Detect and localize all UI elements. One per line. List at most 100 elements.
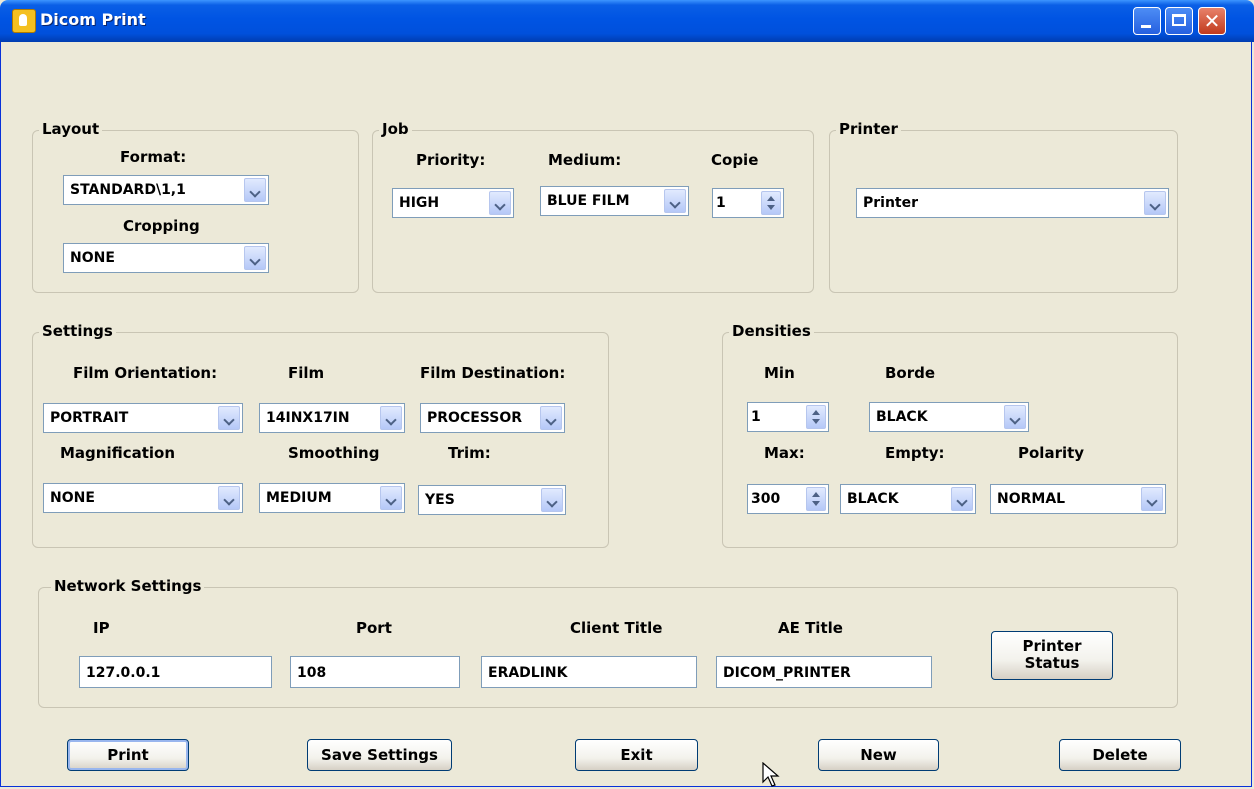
film-orientation-label: Film Orientation: xyxy=(73,364,218,382)
chevron-down-icon[interactable] xyxy=(244,246,266,270)
minimize-icon xyxy=(1141,25,1151,28)
delete-button[interactable]: Delete xyxy=(1059,739,1181,771)
spinner-arrows-icon[interactable] xyxy=(761,191,781,215)
copie-label: Copie xyxy=(711,151,759,169)
polarity-label: Polarity xyxy=(1018,444,1085,462)
new-button[interactable]: New xyxy=(818,739,939,771)
printer-legend: Printer xyxy=(836,120,901,138)
minimize-button[interactable] xyxy=(1133,7,1161,35)
print-button[interactable]: Print xyxy=(67,739,189,771)
max-value: 300 xyxy=(751,491,781,507)
app-icon xyxy=(12,9,36,33)
client-title-label: Client Title xyxy=(570,619,663,637)
cropping-label: Cropping xyxy=(123,217,200,235)
close-button[interactable]: ✕ xyxy=(1198,7,1226,35)
maximize-button[interactable] xyxy=(1165,7,1193,35)
film-orientation-value: PORTRAIT xyxy=(50,410,129,426)
mouse-cursor-icon xyxy=(762,762,780,787)
ip-field[interactable]: 127.0.0.1 xyxy=(79,656,272,688)
chevron-down-icon[interactable] xyxy=(1004,405,1026,429)
chevron-down-icon[interactable] xyxy=(380,486,402,510)
empty-select[interactable]: BLACK xyxy=(840,484,976,514)
network-settings-legend: Network Settings xyxy=(51,577,205,595)
exit-button[interactable]: Exit xyxy=(575,739,698,771)
smoothing-label: Smoothing xyxy=(288,444,380,462)
chevron-down-icon[interactable] xyxy=(540,406,562,430)
printer-select[interactable]: Printer xyxy=(856,188,1169,218)
empty-value: BLACK xyxy=(847,491,899,507)
cropping-value: NONE xyxy=(70,250,115,266)
chevron-down-icon[interactable] xyxy=(951,487,973,511)
film-value: 14INX17IN xyxy=(266,410,350,426)
printer-status-line1: Printer xyxy=(1022,637,1082,655)
chevron-down-icon[interactable] xyxy=(489,191,511,215)
printer-status-button[interactable]: Printer Status xyxy=(991,631,1113,680)
min-spinner[interactable]: 1 xyxy=(747,402,829,432)
film-select[interactable]: 14INX17IN xyxy=(259,403,405,433)
printer-status-line2: Status xyxy=(1024,654,1080,672)
magnification-select[interactable]: NONE xyxy=(43,483,243,513)
spinner-arrows-icon[interactable] xyxy=(806,487,826,511)
cropping-select[interactable]: NONE xyxy=(63,243,269,273)
min-label: Min xyxy=(764,364,795,382)
borde-label: Borde xyxy=(885,364,936,382)
max-spinner[interactable]: 300 xyxy=(747,484,829,514)
trim-value: YES xyxy=(425,492,455,508)
chevron-down-icon[interactable] xyxy=(664,189,686,213)
empty-label: Empty: xyxy=(885,444,945,462)
ip-value: 127.0.0.1 xyxy=(86,665,161,681)
chevron-down-icon[interactable] xyxy=(380,406,402,430)
borde-value: BLACK xyxy=(876,409,928,425)
trim-label: Trim: xyxy=(448,444,491,462)
ip-label: IP xyxy=(93,619,110,637)
trim-select[interactable]: YES xyxy=(418,485,566,515)
film-destination-select[interactable]: PROCESSOR xyxy=(420,403,565,433)
layout-legend: Layout xyxy=(39,120,103,138)
densities-legend: Densities xyxy=(729,322,814,340)
film-orientation-select[interactable]: PORTRAIT xyxy=(43,403,243,433)
settings-legend: Settings xyxy=(39,322,116,340)
ae-title-value: DICOM_PRINTER xyxy=(723,665,851,681)
chevron-down-icon[interactable] xyxy=(218,406,240,430)
ae-title-field[interactable]: DICOM_PRINTER xyxy=(716,656,932,688)
medium-select[interactable]: BLUE FILM xyxy=(540,186,689,216)
format-select[interactable]: STANDARD\1,1 xyxy=(63,175,269,205)
film-destination-label: Film Destination: xyxy=(420,364,566,382)
port-label: Port xyxy=(356,619,392,637)
title-bar[interactable]: Dicom Print ✕ xyxy=(0,0,1254,42)
magnification-label: Magnification xyxy=(60,444,176,462)
borde-select[interactable]: BLACK xyxy=(869,402,1029,432)
smoothing-value: MEDIUM xyxy=(266,490,332,506)
close-icon: ✕ xyxy=(1203,9,1221,33)
job-legend: Job xyxy=(379,120,412,138)
format-value: STANDARD\1,1 xyxy=(70,182,186,198)
medium-value: BLUE FILM xyxy=(547,193,630,209)
port-field[interactable]: 108 xyxy=(290,656,460,688)
copie-spinner[interactable]: 1 xyxy=(712,188,784,218)
chevron-down-icon[interactable] xyxy=(1144,191,1166,215)
save-settings-button[interactable]: Save Settings xyxy=(307,739,452,771)
chevron-down-icon[interactable] xyxy=(218,486,240,510)
chevron-down-icon[interactable] xyxy=(1141,487,1163,511)
chevron-down-icon[interactable] xyxy=(244,178,266,202)
max-label: Max: xyxy=(764,444,805,462)
copie-value: 1 xyxy=(716,195,726,211)
printer-value: Printer xyxy=(863,195,919,211)
spinner-arrows-icon[interactable] xyxy=(806,405,826,429)
film-destination-value: PROCESSOR xyxy=(427,410,522,426)
film-label: Film xyxy=(288,364,325,382)
client-title-field[interactable]: ERADLINK xyxy=(481,656,697,688)
priority-label: Priority: xyxy=(416,151,486,169)
ae-title-label: AE Title xyxy=(778,619,843,637)
format-label: Format: xyxy=(120,148,187,166)
maximize-icon xyxy=(1172,14,1186,26)
client-title-value: ERADLINK xyxy=(488,665,568,681)
window-title: Dicom Print xyxy=(40,10,146,29)
medium-label: Medium: xyxy=(548,151,622,169)
chevron-down-icon[interactable] xyxy=(541,488,563,512)
port-value: 108 xyxy=(297,665,327,681)
polarity-select[interactable]: NORMAL xyxy=(990,484,1166,514)
magnification-value: NONE xyxy=(50,490,95,506)
smoothing-select[interactable]: MEDIUM xyxy=(259,483,405,513)
priority-select[interactable]: HIGH xyxy=(392,188,514,218)
